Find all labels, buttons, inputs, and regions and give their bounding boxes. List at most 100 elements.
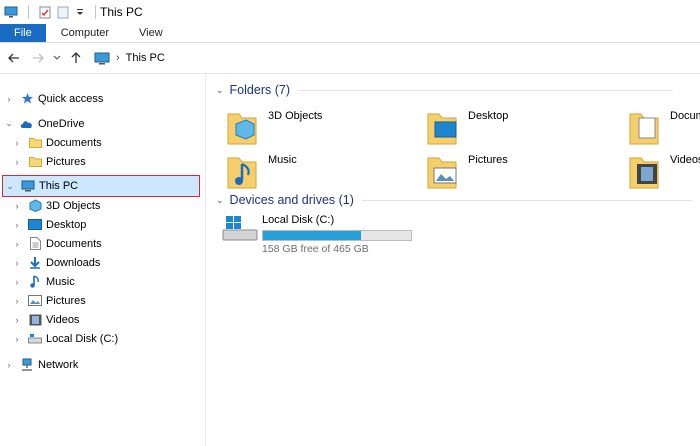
group-divider	[361, 199, 692, 201]
forward-arrow-icon	[33, 53, 44, 63]
group-title: Folders (7)	[229, 83, 290, 97]
nav-item-onedrive-documents[interactable]: › Documents	[12, 133, 102, 152]
up-arrow-icon	[71, 52, 81, 63]
3d-objects-folder-icon	[227, 113, 257, 145]
tile-label: Pictures	[468, 154, 508, 166]
drive-usage-bar	[262, 230, 412, 241]
folders-group-header[interactable]: ⌄ Folders (7)	[216, 83, 673, 97]
chevron-right-icon[interactable]: ›	[12, 220, 22, 230]
title-bar: This PC	[0, 0, 700, 24]
film-icon	[28, 313, 42, 327]
chevron-right-icon[interactable]: ›	[12, 201, 22, 211]
folder-tile-videos[interactable]: Videos	[628, 152, 700, 192]
nav-item-label: Documents	[46, 237, 102, 250]
folder-tile-music[interactable]: Music	[226, 152, 297, 192]
chevron-down-icon[interactable]: ⌄	[5, 181, 15, 192]
music-folder-icon	[227, 157, 257, 189]
chevron-right-icon[interactable]: ›	[12, 239, 22, 249]
address-bar[interactable]: › This PC	[94, 47, 165, 69]
group-title: Devices and drives (1)	[229, 193, 354, 207]
folder-tile-documents[interactable]: Documents	[628, 108, 700, 148]
network-icon	[20, 358, 34, 372]
chevron-right-icon[interactable]: ›	[4, 360, 14, 370]
tab-view[interactable]: View	[124, 24, 178, 42]
drive-name: Local Disk (C:)	[262, 214, 335, 226]
tile-label: Music	[268, 154, 297, 166]
documents-folder-icon	[629, 113, 659, 145]
tile-label: Videos	[670, 154, 700, 166]
nav-item-label: Documents	[46, 136, 102, 149]
cloud-icon	[20, 117, 34, 131]
toolbar-divider	[95, 5, 96, 19]
tab-computer[interactable]: Computer	[46, 24, 124, 42]
chevron-down-icon[interactable]: ⌄	[4, 118, 14, 129]
nav-item-label: Pictures	[46, 155, 86, 168]
forward-button[interactable]	[26, 46, 50, 70]
nav-item-label: Videos	[46, 313, 80, 326]
new-folder-icon[interactable]	[57, 6, 69, 19]
properties-icon[interactable]	[39, 6, 51, 19]
music-note-icon	[28, 275, 42, 289]
back-arrow-icon	[8, 53, 19, 63]
content-pane: ⌄ Folders (7) 3D Objects Desktop Documen…	[206, 74, 700, 446]
nav-item-label: 3D Objects	[46, 199, 101, 212]
back-button[interactable]	[2, 46, 26, 70]
drive-usage-fill	[263, 231, 361, 240]
tile-label: Documents	[670, 110, 700, 122]
nav-item-onedrive-pictures[interactable]: › Pictures	[12, 152, 86, 171]
chevron-right-icon[interactable]: ›	[12, 258, 22, 268]
nav-item-videos[interactable]: › Videos	[12, 310, 80, 329]
chevron-down-icon[interactable]: ⌄	[216, 195, 224, 206]
drive-free-space: 158 GB free of 465 GB	[262, 243, 369, 255]
nav-item-pictures[interactable]: › Pictures	[12, 291, 86, 310]
chevron-right-icon[interactable]: ›	[12, 138, 22, 148]
chevron-right-icon[interactable]: ›	[12, 334, 22, 344]
tab-file[interactable]: File	[0, 24, 46, 42]
this-pc-icon	[94, 52, 110, 64]
download-icon	[28, 256, 42, 270]
this-pc-icon	[21, 179, 35, 193]
nav-item-label: Downloads	[46, 256, 101, 269]
navigation-pane: › Quick access ⌄ OneDrive › Documents › …	[0, 74, 206, 446]
nav-item-desktop[interactable]: › Desktop	[12, 215, 87, 234]
nav-item-downloads[interactable]: › Downloads	[12, 253, 100, 272]
nav-item-3d-objects[interactable]: › 3D Objects	[12, 196, 100, 215]
nav-item-label: OneDrive	[38, 117, 85, 130]
nav-item-music[interactable]: › Music	[12, 272, 75, 291]
windows-drive-icon	[222, 216, 258, 241]
recent-locations-button[interactable]	[50, 46, 64, 70]
chevron-right-icon[interactable]: ›	[4, 94, 14, 104]
nav-item-quick-access[interactable]: › Quick access	[4, 89, 104, 108]
desktop-icon	[28, 218, 42, 232]
star-icon	[20, 92, 34, 106]
nav-item-label: Local Disk (C:)	[46, 332, 119, 345]
nav-item-label: This PC	[39, 180, 79, 192]
chevron-right-icon[interactable]: ›	[12, 315, 22, 325]
breadcrumb-separator: ›	[116, 52, 120, 64]
devices-group-header[interactable]: ⌄ Devices and drives (1)	[216, 193, 692, 207]
nav-item-network[interactable]: › Network	[4, 355, 78, 374]
chevron-right-icon[interactable]: ›	[12, 277, 22, 287]
drive-tile-local-disk[interactable]: Local Disk (C:) 158 GB free of 465 GB	[222, 214, 412, 255]
chevron-right-icon[interactable]: ›	[12, 157, 22, 167]
customize-toolbar-icon[interactable]	[75, 7, 85, 17]
this-pc-icon	[4, 6, 18, 18]
chevron-down-icon[interactable]: ⌄	[216, 85, 224, 96]
nav-item-label: Quick access	[38, 92, 104, 105]
breadcrumb-this-pc[interactable]: This PC	[126, 52, 165, 64]
tile-label: Desktop	[468, 110, 509, 122]
nav-item-label: Network	[38, 358, 79, 371]
folder-tile-3d-objects[interactable]: 3D Objects	[226, 108, 322, 148]
nav-item-label: Pictures	[46, 294, 86, 307]
chevron-right-icon[interactable]: ›	[12, 296, 22, 306]
folder-tile-pictures[interactable]: Pictures	[426, 152, 508, 192]
nav-item-onedrive[interactable]: ⌄ OneDrive	[4, 114, 84, 133]
up-button[interactable]	[64, 46, 88, 70]
quick-access-toolbar	[0, 5, 100, 19]
group-divider	[297, 89, 673, 91]
nav-item-local-disk[interactable]: › Local Disk (C:)	[12, 329, 119, 348]
nav-item-label: Desktop	[46, 218, 87, 231]
folder-tile-desktop[interactable]: Desktop	[426, 108, 508, 148]
nav-item-documents[interactable]: › Documents	[12, 234, 102, 253]
nav-item-this-pc[interactable]: ⌄ This PC	[2, 175, 200, 197]
